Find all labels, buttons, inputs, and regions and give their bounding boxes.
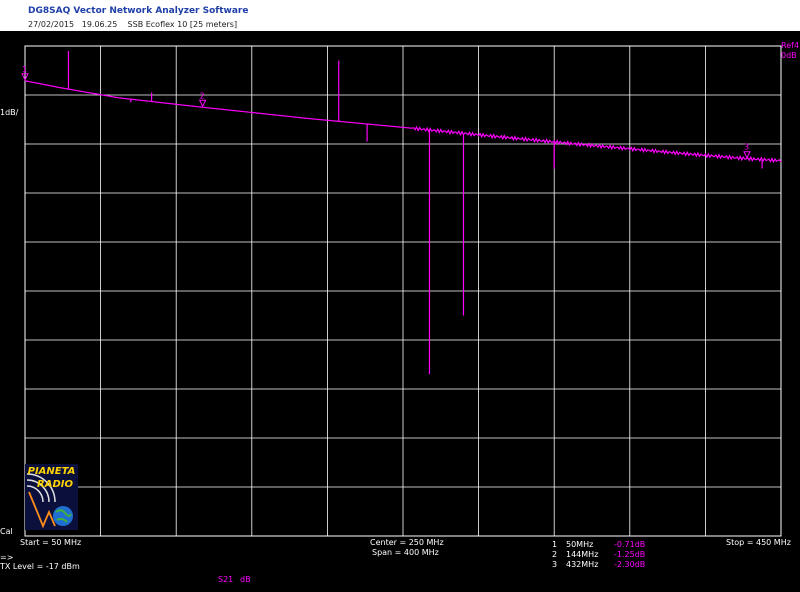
stop-frequency: Stop = 450 MHz	[726, 538, 791, 547]
marker-3-frequency: 432MHz	[566, 560, 599, 569]
marker-3-number: 3	[552, 560, 558, 569]
marker-2-triangle	[198, 99, 207, 108]
command-prompt: =>	[0, 553, 14, 562]
tx-level: TX Level = -17 dBm	[0, 562, 80, 571]
center-frequency: Center = 250 MHz	[370, 538, 444, 547]
logo-line1: PIANETA	[28, 466, 76, 477]
marker-1-value: -0.71dB	[614, 540, 646, 549]
marker-1-flag-label: 1	[22, 65, 27, 74]
marker-2-frequency: 144MHz	[566, 550, 599, 559]
ref-label: Ref4	[781, 41, 800, 50]
s21-chart: 1 2 3	[21, 45, 782, 537]
start-frequency: Start = 50 MHz	[20, 538, 82, 547]
marker-2-number: 2	[552, 550, 558, 559]
marker-2-value: -1.25dB	[614, 550, 646, 559]
marker-2-flag-label: 2	[200, 91, 205, 100]
logo-line2: RADIO	[37, 479, 73, 490]
marker-3-flag-label: 3	[744, 143, 749, 152]
scale-label: 1dB/	[0, 108, 19, 117]
trace-unit: dB	[240, 575, 251, 584]
marker-1-frequency: 50MHz	[566, 540, 594, 549]
marker-3-triangle	[743, 151, 751, 159]
span-frequency: Span = 400 MHz	[372, 548, 439, 557]
marker-1-number: 1	[552, 540, 558, 549]
trace-label: S21	[218, 575, 234, 584]
marker-3-value: -2.30dB	[614, 560, 646, 569]
cal-label: Cal	[0, 527, 13, 536]
ref-value: 0dB	[781, 51, 797, 60]
grid-lines	[25, 46, 781, 536]
pianeta-radio-logo: PIANETA RADIO	[25, 464, 78, 530]
